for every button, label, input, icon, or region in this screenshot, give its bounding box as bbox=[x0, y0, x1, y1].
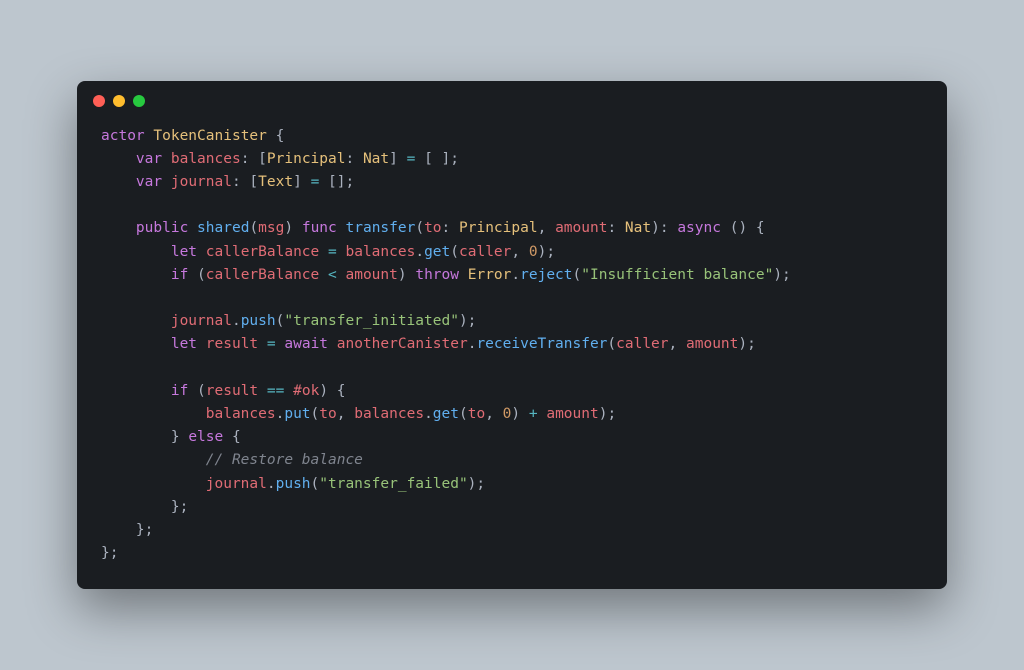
code-line: }; bbox=[171, 499, 188, 515]
code-line: }; bbox=[101, 545, 118, 561]
code-line: }; bbox=[136, 522, 153, 538]
code-window: actor TokenCanister { var balances: [Pri… bbox=[77, 81, 947, 590]
code-line: public shared(msg) func transfer(to: Pri… bbox=[136, 220, 765, 236]
code-line: // Restore balance bbox=[206, 452, 363, 468]
maximize-icon[interactable] bbox=[133, 95, 145, 107]
window-titlebar bbox=[77, 81, 947, 115]
code-line: let callerBalance = balances.get(caller,… bbox=[171, 244, 555, 260]
code-line: var journal: [Text] = []; bbox=[136, 174, 354, 190]
code-line: } else { bbox=[171, 429, 241, 445]
code-line: let result = await anotherCanister.recei… bbox=[171, 336, 756, 352]
code-line: journal.push("transfer_failed"); bbox=[206, 476, 485, 492]
code-line: journal.push("transfer_initiated"); bbox=[171, 313, 477, 329]
minimize-icon[interactable] bbox=[113, 95, 125, 107]
code-line: if (callerBalance < amount) throw Error.… bbox=[171, 267, 791, 283]
code-line: var balances: [Principal: Nat] = [ ]; bbox=[136, 151, 459, 167]
code-line: balances.put(to, balances.get(to, 0) + a… bbox=[206, 406, 616, 422]
code-line: if (result == #ok) { bbox=[171, 383, 346, 399]
close-icon[interactable] bbox=[93, 95, 105, 107]
code-block: actor TokenCanister { var balances: [Pri… bbox=[77, 115, 947, 590]
code-line: actor TokenCanister { bbox=[101, 128, 284, 144]
